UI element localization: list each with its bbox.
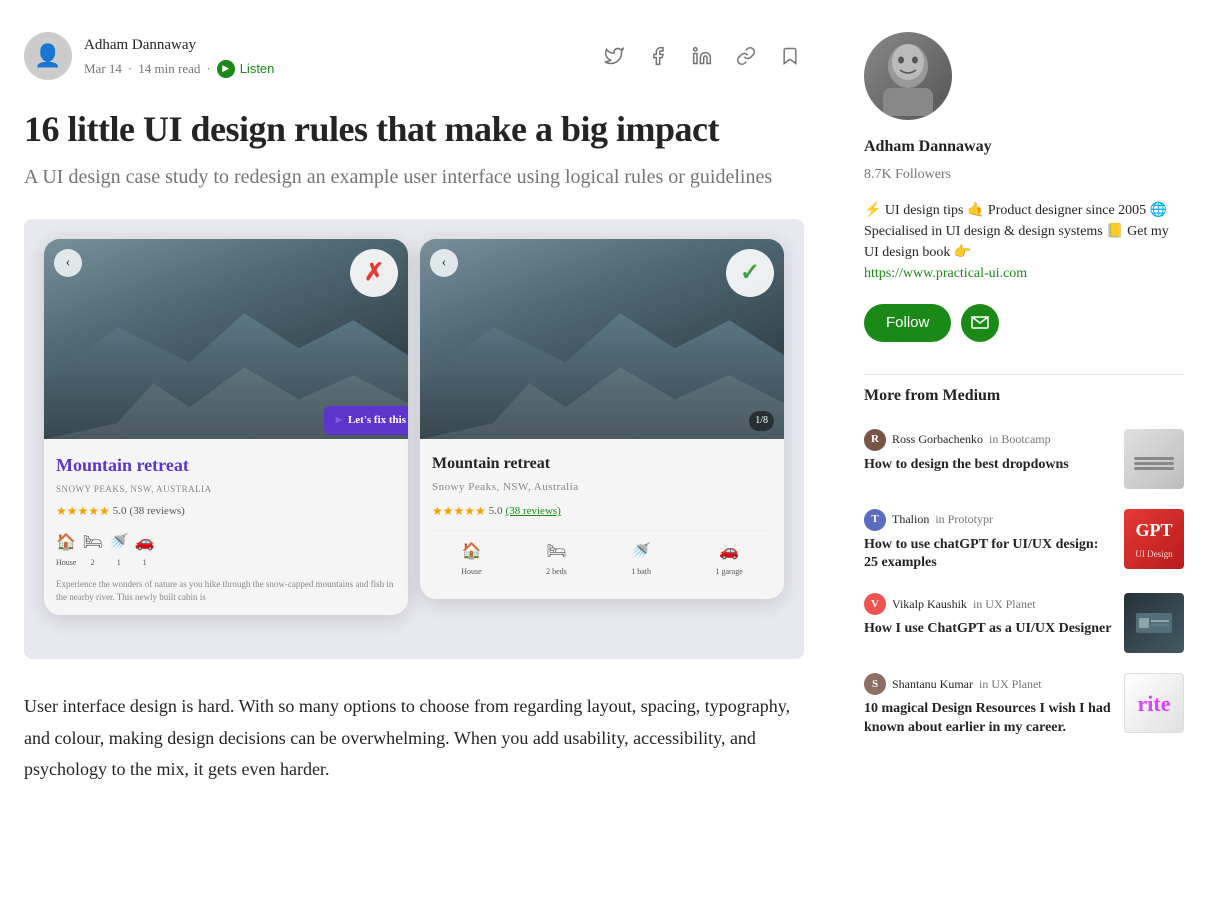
linkedin-icon[interactable] [688, 42, 716, 70]
sidebar-bio: ⚡ UI design tips 🤙 Product designer sinc… [864, 200, 1184, 284]
mockup-good-panel: ‹ ✓ 1/8 Mountain retreat Snowy Peaks, NS… [420, 239, 784, 599]
back-button-bad: ‹ [54, 249, 82, 277]
sidebar-followers: 8.7K Followers [864, 164, 1184, 186]
fix-bubble: Let's fix this [324, 406, 408, 436]
sidebar-article-2-author-line: T Thalion in Prototypr [864, 509, 1112, 531]
article-subtitle: A UI design case study to redesign an ex… [24, 163, 804, 191]
sidebar-article-3-avatar: V [864, 593, 886, 615]
author-name: Adham Dannaway [84, 33, 274, 57]
sidebar-article-3[interactable]: V Vikalp Kaushik in UX Planet How I use … [864, 593, 1184, 653]
main-content: 👤 Adham Dannaway Mar 14 · 14 min read · … [24, 32, 804, 786]
sidebar-article-2[interactable]: T Thalion in Prototypr How to use chatGP… [864, 509, 1184, 574]
bookmark-icon[interactable] [776, 42, 804, 70]
mockup-good-content: Mountain retreat Snowy Peaks, NSW, Austr… [420, 439, 784, 599]
sidebar-article-4-pub: in UX Planet [979, 675, 1042, 694]
bad-rating: ★★★★★ 5.0 (38 reviews) [56, 502, 396, 521]
mockup-bad-panel: ‹ ✗ 1/8 Mountain retreat SNOWY PEAKS, NS… [44, 239, 408, 615]
sidebar-article-1-thumb [1124, 429, 1184, 489]
read-time: 14 min read [138, 59, 200, 80]
play-icon: ▶ [217, 60, 235, 78]
author-meta: Mar 14 · 14 min read · ▶ Listen [84, 59, 274, 80]
sidebar-article-4[interactable]: S Shantanu Kumar in UX Planet 10 magical… [864, 673, 1184, 738]
article-date: Mar 14 [84, 59, 122, 80]
sidebar-article-3-title: How I use ChatGPT as a UI/UX Designer [864, 620, 1112, 639]
mockup-bad-content: Mountain retreat SNOWY PEAKS, NSW, AUSTR… [44, 439, 408, 615]
bad-mark: ✗ [350, 249, 398, 297]
header-actions [600, 42, 804, 70]
sidebar-article-4-author-line: S Shantanu Kumar in UX Planet [864, 673, 1112, 695]
author-header: 👤 Adham Dannaway Mar 14 · 14 min read · … [24, 32, 804, 80]
mockup-wrapper: ‹ ✗ 1/8 Mountain retreat SNOWY PEAKS, NS… [44, 239, 784, 639]
more-from-medium-heading: More from Medium [864, 374, 1184, 409]
twitter-icon[interactable] [600, 42, 628, 70]
sidebar-article-4-avatar: S [864, 673, 886, 695]
subscribe-button[interactable] [961, 304, 999, 342]
sidebar-article-1-text: R Ross Gorbachenko in Bootcamp How to de… [864, 429, 1112, 475]
sidebar-avatar [864, 32, 952, 120]
sidebar-article-1-author: Ross Gorbachenko [892, 430, 983, 449]
good-icons-row: 🏠 House 🛏 2 beds 🚿 1 bath [432, 530, 772, 579]
bad-desc: Experience the wonders of nature as you … [56, 578, 396, 603]
article-body: User interface design is hard. With so m… [24, 691, 804, 786]
avatar-face: 👤 [24, 32, 72, 80]
good-mark: ✓ [726, 249, 774, 297]
facebook-icon[interactable] [644, 42, 672, 70]
good-rating: ★★★★★ 5.0 (38 reviews) [432, 502, 772, 521]
author-left: 👤 Adham Dannaway Mar 14 · 14 min read · … [24, 32, 274, 80]
sidebar-actions: Follow [864, 304, 1184, 342]
bad-icons-row: 🏠 House 🛏 2 🚿 1 [56, 530, 396, 570]
author-avatar: 👤 [24, 32, 72, 80]
follow-button[interactable]: Follow [864, 304, 951, 342]
sidebar-avatar-face [864, 32, 952, 120]
counter-good: 1/8 [749, 411, 774, 431]
sidebar-article-4-thumb: rite [1124, 673, 1184, 733]
link-icon[interactable] [732, 42, 760, 70]
good-location: Snowy Peaks, NSW, Australia [432, 479, 772, 497]
author-info: Adham Dannaway Mar 14 · 14 min read · ▶ … [84, 33, 274, 80]
sidebar-author-name: Adham Dannaway [864, 134, 1184, 160]
bad-title: Mountain retreat [56, 451, 396, 480]
sidebar-article-1-author-line: R Ross Gorbachenko in Bootcamp [864, 429, 1112, 451]
back-button-good: ‹ [430, 249, 458, 277]
article-image: ‹ ✗ 1/8 Mountain retreat SNOWY PEAKS, NS… [24, 219, 804, 659]
mockup-good-image: ‹ ✓ 1/8 [420, 239, 784, 439]
sidebar-article-3-author-line: V Vikalp Kaushik in UX Planet [864, 593, 1112, 615]
bad-location: SNOWY PEAKS, NSW, AUSTRALIA [56, 482, 396, 496]
sidebar-article-3-thumb [1124, 593, 1184, 653]
sidebar-article-1-avatar: R [864, 429, 886, 451]
sidebar-article-2-author: Thalion [892, 510, 929, 529]
sidebar-article-1[interactable]: R Ross Gorbachenko in Bootcamp How to de… [864, 429, 1184, 489]
sidebar-article-1-pub: in Bootcamp [989, 430, 1051, 449]
article-paragraph: User interface design is hard. With so m… [24, 691, 804, 786]
sidebar-article-2-pub: in Prototypr [935, 510, 993, 529]
article-title: 16 little UI design rules that make a bi… [24, 108, 804, 151]
sidebar-article-4-text: S Shantanu Kumar in UX Planet 10 magical… [864, 673, 1112, 738]
sidebar-article-2-text: T Thalion in Prototypr How to use chatGP… [864, 509, 1112, 574]
sidebar-article-3-text: V Vikalp Kaushik in UX Planet How I use … [864, 593, 1112, 639]
sidebar-article-3-pub: in UX Planet [973, 595, 1036, 614]
listen-button[interactable]: ▶ Listen [217, 60, 275, 78]
sidebar-article-2-thumb: GPT UI Design [1124, 509, 1184, 569]
sidebar-article-2-title: How to use chatGPT for UI/UX design: 25 … [864, 536, 1112, 574]
sidebar-article-4-author: Shantanu Kumar [892, 675, 973, 694]
good-title: Mountain retreat [432, 451, 772, 477]
sidebar-article-2-avatar: T [864, 509, 886, 531]
sidebar-website-link[interactable]: https://www.practical-ui.com [864, 263, 1184, 284]
sidebar: Adham Dannaway 8.7K Followers ⚡ UI desig… [864, 32, 1184, 786]
sidebar-article-3-author: Vikalp Kaushik [892, 595, 967, 614]
sidebar-article-4-title: 10 magical Design Resources I wish I had… [864, 700, 1112, 738]
sidebar-article-1-title: How to design the best dropdowns [864, 456, 1112, 475]
